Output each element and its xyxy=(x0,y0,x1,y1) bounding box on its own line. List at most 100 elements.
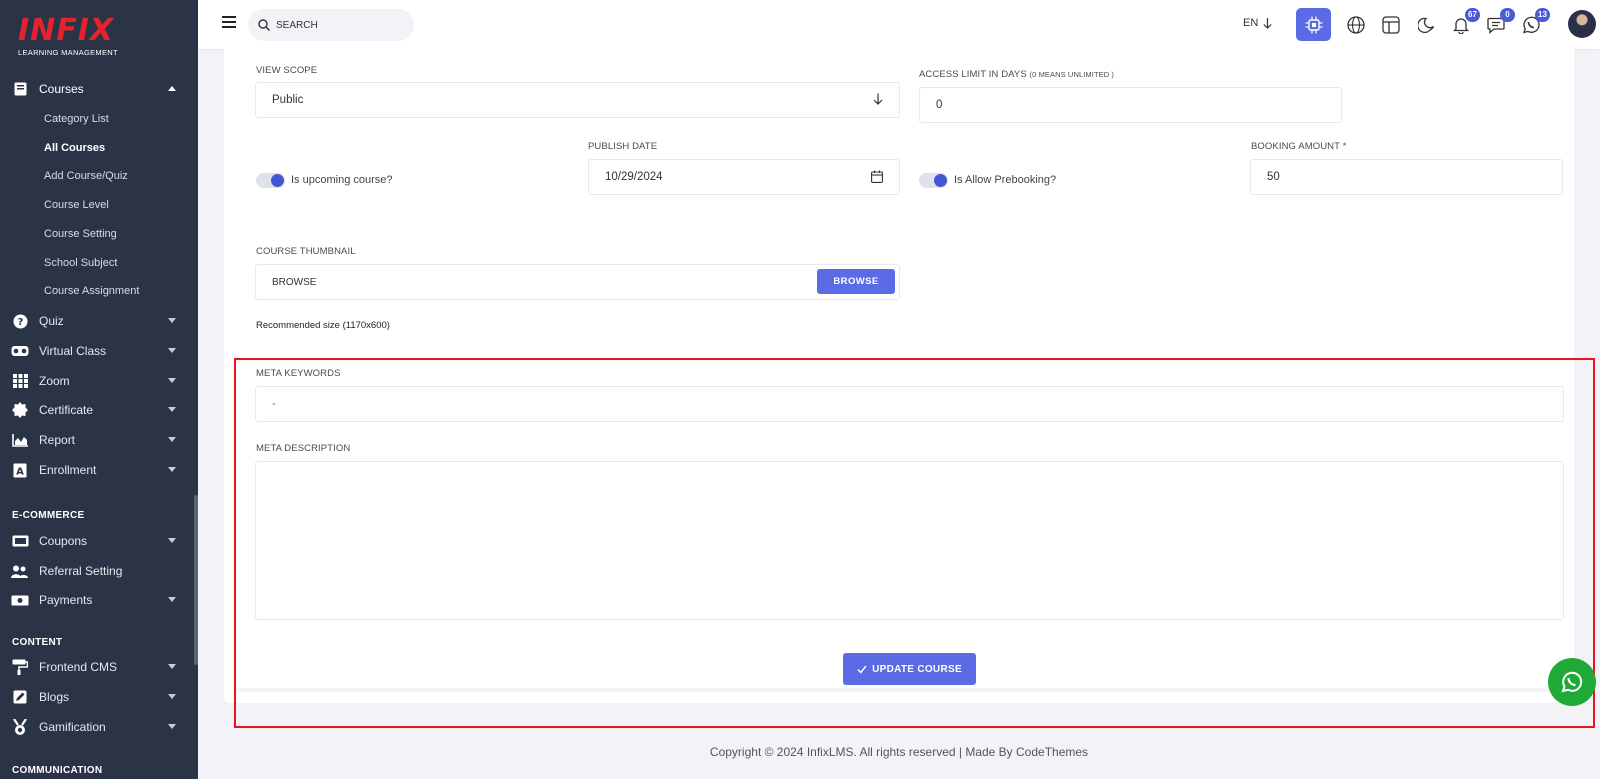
sidebar-item-virtual-class[interactable]: Virtual Class xyxy=(0,338,194,364)
allow-prebooking-toggle[interactable] xyxy=(919,173,948,188)
question-circle-icon: ? xyxy=(11,314,29,328)
sidebar-item-frontend-cms[interactable]: Frontend CMS xyxy=(0,654,194,680)
publish-date-label: PUBLISH DATE xyxy=(588,141,658,152)
access-limit-note: (0 MEANS UNLIMITED ) xyxy=(1029,70,1115,79)
calendar-icon xyxy=(871,170,883,186)
ticket-icon xyxy=(11,534,29,548)
caret-down-icon xyxy=(168,538,176,543)
grid-icon xyxy=(11,374,29,388)
sidebar-item-courses[interactable]: Courses xyxy=(0,76,194,102)
sidebar-subitem-course-level[interactable]: Course Level xyxy=(44,196,109,214)
notification-badge: 67 xyxy=(1465,8,1480,22)
sidebar-item-blogs[interactable]: Blogs xyxy=(0,684,194,710)
caret-down-icon xyxy=(168,407,176,412)
message-badge: 0 xyxy=(1500,8,1515,22)
search-input[interactable] xyxy=(276,19,396,31)
sidebar-subitem-all-courses[interactable]: All Courses xyxy=(44,139,105,157)
sidebar-item-label: Quiz xyxy=(39,314,64,328)
course-thumbnail-field[interactable]: BROWSE xyxy=(255,264,900,300)
notification-bell-icon[interactable]: 67 xyxy=(1451,8,1480,35)
section-label-communication: COMMUNICATION xyxy=(12,765,103,776)
sidebar-item-label: Zoom xyxy=(39,374,70,388)
booking-amount-field[interactable]: 50 xyxy=(1250,159,1563,195)
sidebar-scrollbar[interactable] xyxy=(194,495,198,665)
sidebar-item-quiz[interactable]: ? Quiz xyxy=(0,308,194,334)
sidebar-subitem-add-course[interactable]: Add Course/Quiz xyxy=(44,167,128,185)
certificate-icon xyxy=(11,402,29,418)
sidebar-item-gamification[interactable]: Gamification xyxy=(0,714,194,740)
toggle-knob xyxy=(271,174,284,187)
sidebar-item-label: Courses xyxy=(39,82,84,96)
sidebar: INFIX LEARNING MANAGEMENT Courses Catego… xyxy=(0,0,198,779)
sidebar-subitem-category-list[interactable]: Category List xyxy=(44,110,109,128)
caret-down-icon xyxy=(168,348,176,353)
logo-text: INFIX xyxy=(18,13,115,48)
arrow-down-icon xyxy=(873,93,883,108)
allow-prebooking-label: Is Allow Prebooking? xyxy=(954,174,1057,186)
sidebar-item-label: Coupons xyxy=(39,534,88,548)
sidebar-item-label: Certificate xyxy=(39,403,94,417)
whatsapp-chat-button[interactable] xyxy=(1548,658,1596,706)
search-icon xyxy=(258,19,270,31)
sidebar-item-label: Gamification xyxy=(39,720,106,734)
browse-button[interactable]: BROWSE xyxy=(817,269,895,294)
access-limit-field[interactable]: 0 xyxy=(919,87,1342,123)
chip-button[interactable] xyxy=(1296,8,1331,41)
course-thumbnail-label: COURSE THUMBNAIL xyxy=(256,246,356,257)
caret-down-icon xyxy=(168,664,176,669)
sidebar-item-coupons[interactable]: Coupons xyxy=(0,528,194,554)
sidebar-subitem-course-assignment[interactable]: Course Assignment xyxy=(44,282,139,300)
upcoming-course-toggle[interactable] xyxy=(256,173,285,188)
enrollment-icon: A xyxy=(11,463,29,477)
logo-subtitle: LEARNING MANAGEMENT xyxy=(18,48,118,57)
caret-up-icon xyxy=(168,86,176,91)
view-scope-select[interactable]: Public xyxy=(255,82,900,118)
whatsapp-icon xyxy=(1561,671,1583,693)
money-bill-icon xyxy=(11,593,29,607)
menu-toggle-icon[interactable] xyxy=(222,16,236,31)
message-icon[interactable]: 0 xyxy=(1486,8,1515,35)
access-limit-label: ACCESS LIMIT IN DAYS (0 MEANS UNLIMITED … xyxy=(919,69,1114,80)
dark-mode-moon-icon[interactable] xyxy=(1416,15,1436,35)
toggle-knob xyxy=(934,174,947,187)
view-scope-value: Public xyxy=(272,94,304,106)
sidebar-item-referral-setting[interactable]: Referral Setting xyxy=(0,558,194,584)
access-limit-value: 0 xyxy=(936,99,943,111)
sidebar-subitem-school-subject[interactable]: School Subject xyxy=(44,254,117,272)
whatsapp-outline-icon[interactable]: 13 xyxy=(1521,8,1550,35)
sidebar-item-label: Virtual Class xyxy=(39,344,107,358)
chart-area-icon xyxy=(11,433,29,447)
svg-text:?: ? xyxy=(17,317,23,328)
caret-down-icon xyxy=(168,467,176,472)
sidebar-item-report[interactable]: Report xyxy=(0,427,194,453)
caret-down-icon xyxy=(168,318,176,323)
vr-headset-icon xyxy=(11,344,29,358)
avatar[interactable] xyxy=(1568,10,1596,38)
search-box[interactable] xyxy=(248,9,414,41)
sidebar-item-label: Referral Setting xyxy=(39,564,123,578)
arrow-down-icon xyxy=(1263,17,1272,29)
view-scope-label: VIEW SCOPE xyxy=(256,65,318,76)
sidebar-item-label: Enrollment xyxy=(39,463,97,477)
medal-icon xyxy=(11,718,29,735)
publish-date-value: 10/29/2024 xyxy=(605,171,663,183)
logo[interactable]: INFIX LEARNING MANAGEMENT xyxy=(18,13,118,58)
recommended-size-hint: Recommended size (1170x600) xyxy=(256,320,390,331)
pen-square-icon xyxy=(11,690,29,704)
sidebar-subitem-course-setting[interactable]: Course Setting xyxy=(44,225,117,243)
book-icon xyxy=(11,82,29,96)
section-label-content: CONTENT xyxy=(12,637,63,648)
sidebar-item-zoom[interactable]: Zoom xyxy=(0,368,194,394)
whatsapp-badge: 13 xyxy=(1535,8,1550,22)
sidebar-item-certificate[interactable]: Certificate xyxy=(0,397,194,423)
layout-icon[interactable] xyxy=(1381,15,1401,35)
sidebar-item-enrollment[interactable]: A Enrollment xyxy=(0,457,194,483)
topbar: EN 67 0 13 xyxy=(198,0,1600,49)
language-selector[interactable]: EN xyxy=(1243,17,1272,29)
users-icon xyxy=(11,564,29,578)
sidebar-item-payments[interactable]: Payments xyxy=(0,587,194,613)
access-limit-label-text: ACCESS LIMIT IN DAYS xyxy=(919,69,1027,80)
sidebar-item-label: Frontend CMS xyxy=(39,660,118,674)
publish-date-field[interactable]: 10/29/2024 xyxy=(588,159,900,195)
globe-icon[interactable] xyxy=(1346,15,1366,35)
